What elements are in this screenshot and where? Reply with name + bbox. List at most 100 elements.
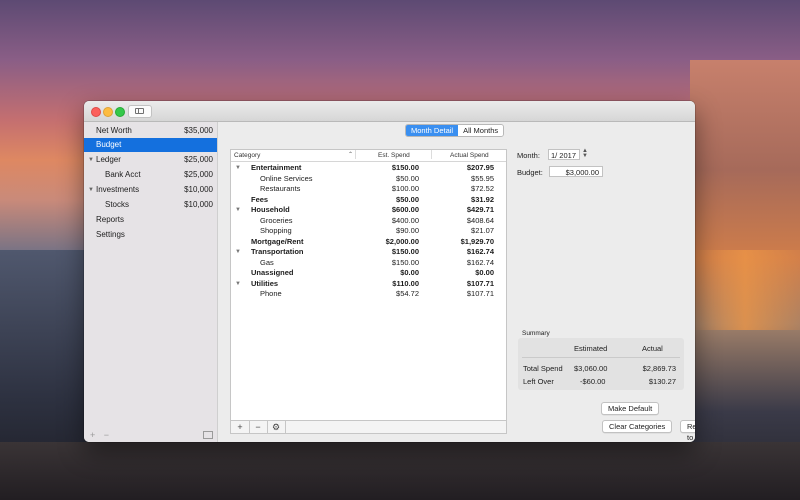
actual-spend-cell: $55.95 bbox=[471, 173, 494, 183]
sidebar-item-net-worth[interactable]: Net Worth $35,000 bbox=[84, 124, 217, 138]
est-spend-cell: $50.00 bbox=[396, 173, 419, 183]
est-spend-cell: $100.00 bbox=[391, 184, 419, 193]
sidebar-item-label: Budget bbox=[96, 140, 122, 149]
sidebar-item-amount: $25,000 bbox=[184, 170, 213, 179]
est-spend-cell: $600.00 bbox=[391, 205, 419, 214]
actual-spend-cell: $429.71 bbox=[466, 205, 494, 214]
table-row[interactable]: Fees $50.00 $31.92 bbox=[231, 195, 506, 206]
summary-row-left-over: Left Over -$60.00 $130.27 bbox=[518, 376, 684, 388]
tab-all-months[interactable]: All Months bbox=[458, 125, 504, 136]
sidebar-remove-button[interactable]: − bbox=[104, 430, 109, 440]
disclosure-triangle-icon[interactable]: ▼ bbox=[88, 183, 94, 197]
summary-actual-value: $130.27 bbox=[648, 377, 676, 386]
category-cell: Utilities bbox=[251, 278, 279, 288]
add-category-button[interactable]: + bbox=[231, 421, 250, 433]
sidebar-item-label: Stocks bbox=[105, 200, 130, 209]
main-content: Month Detail All Months Category ⌃ Est. … bbox=[218, 122, 695, 442]
est-spend-cell: $90.00 bbox=[396, 226, 419, 235]
sidebar-toggle-button[interactable] bbox=[128, 105, 152, 118]
minimize-window-button[interactable] bbox=[103, 107, 113, 117]
zoom-window-button[interactable] bbox=[115, 107, 125, 117]
table-row[interactable]: ▼ Household $600.00 $429.71 bbox=[231, 205, 506, 216]
sidebar-item-amount: $10,000 bbox=[184, 200, 213, 209]
column-divider bbox=[431, 150, 432, 159]
est-spend-cell: $150.00 bbox=[391, 247, 419, 256]
table-row[interactable]: ▼ Transportation $150.00 $162.74 bbox=[231, 247, 506, 258]
category-cell: Unassigned bbox=[251, 268, 294, 277]
summary-estimated-value: $3,060.00 bbox=[574, 364, 608, 373]
disclosure-triangle-icon[interactable]: ▼ bbox=[235, 279, 241, 290]
table-row[interactable]: Phone $54.72 $107.71 bbox=[231, 289, 506, 300]
tab-month-detail[interactable]: Month Detail bbox=[406, 125, 459, 136]
remove-category-button[interactable]: − bbox=[249, 421, 268, 433]
est-spend-cell: $150.00 bbox=[391, 163, 419, 172]
budget-field[interactable]: $3,000.00 bbox=[549, 166, 603, 177]
column-header-category[interactable]: Category bbox=[234, 150, 260, 161]
summary-title: Summary bbox=[522, 330, 550, 337]
est-spend-cell: $110.00 bbox=[392, 278, 419, 288]
gear-icon[interactable]: ⚙ bbox=[267, 421, 286, 433]
sidebar-item-amount: $10,000 bbox=[184, 185, 213, 194]
est-spend-cell: $150.00 bbox=[391, 257, 419, 267]
sidebar-item-budget[interactable]: Budget bbox=[84, 138, 217, 152]
table-row[interactable]: ▼ Utilities $110.00 $107.71 bbox=[231, 279, 506, 290]
actual-spend-cell: $21.07 bbox=[471, 226, 494, 235]
view-segmented-control: Month Detail All Months bbox=[405, 124, 505, 137]
est-spend-cell: $50.00 bbox=[396, 194, 419, 204]
category-cell: Restaurants bbox=[260, 184, 301, 193]
sidebar-item-bank-acct[interactable]: Bank Acct $25,000 bbox=[84, 168, 217, 182]
actual-spend-cell: $72.52 bbox=[471, 184, 494, 193]
table-header: Category ⌃ Est. Spend Actual Spend bbox=[231, 150, 506, 162]
summary-row-label: Left Over bbox=[523, 377, 554, 386]
category-cell: Fees bbox=[251, 194, 269, 204]
sidebar-item-stocks[interactable]: Stocks $10,000 bbox=[84, 198, 217, 212]
column-header-actual-spend[interactable]: Actual Spend bbox=[450, 150, 489, 161]
actual-spend-cell: $31.92 bbox=[471, 194, 494, 204]
table-row[interactable]: Online Services $50.00 $55.95 bbox=[231, 174, 506, 185]
actual-spend-cell: $1,929.70 bbox=[460, 236, 494, 246]
make-default-button[interactable]: Make Default bbox=[601, 402, 660, 415]
category-cell: Mortgage/Rent bbox=[251, 236, 304, 246]
clear-categories-button[interactable]: Clear Categories bbox=[602, 420, 673, 433]
category-table: Category ⌃ Est. Spend Actual Spend ▼ Ent… bbox=[230, 149, 507, 434]
table-row[interactable]: ▼ Entertainment $150.00 $207.95 bbox=[231, 163, 506, 174]
disclosure-triangle-icon[interactable]: ▼ bbox=[235, 247, 241, 258]
sort-ascending-icon[interactable]: ⌃ bbox=[348, 150, 353, 161]
table-row[interactable]: Unassigned $0.00 $0.00 bbox=[231, 268, 506, 279]
sidebar-item-ledger[interactable]: ▼ Ledger $25,000 bbox=[84, 153, 217, 167]
month-label: Month: bbox=[517, 151, 540, 160]
table-row[interactable]: Mortgage/Rent $2,000.00 $1,929.70 bbox=[231, 237, 506, 248]
table-row[interactable]: Groceries $400.00 $408.64 bbox=[231, 216, 506, 227]
sidebar-item-reports[interactable]: Reports bbox=[84, 213, 217, 227]
est-spend-cell: $400.00 bbox=[391, 215, 419, 225]
actual-spend-cell: $408.64 bbox=[466, 215, 494, 225]
sidebar-item-label: Reports bbox=[96, 215, 125, 224]
table-footer: + − ⚙ bbox=[231, 420, 506, 433]
close-window-button[interactable] bbox=[91, 107, 101, 117]
est-spend-cell: $54.72 bbox=[396, 289, 419, 298]
disclosure-triangle-icon[interactable]: ▼ bbox=[88, 153, 94, 167]
reset-defaults-button[interactable]: Reset to Defaults bbox=[680, 420, 695, 442]
column-header-est-spend[interactable]: Est. Spend bbox=[378, 150, 410, 161]
month-field[interactable]: 1/ 2017 bbox=[548, 149, 580, 160]
table-row[interactable]: Restaurants $100.00 $72.52 bbox=[231, 184, 506, 195]
disclosure-triangle-icon[interactable]: ▼ bbox=[235, 163, 241, 174]
sidebar-add-button[interactable]: + bbox=[90, 430, 95, 440]
category-cell: Online Services bbox=[260, 173, 313, 183]
month-stepper-icon[interactable]: ▲ ▼ bbox=[582, 148, 588, 159]
title-bar[interactable] bbox=[84, 101, 695, 122]
sidebar-layout-icon[interactable] bbox=[203, 431, 213, 439]
table-row[interactable]: Shopping $90.00 $21.07 bbox=[231, 226, 506, 237]
est-spend-cell: $2,000.00 bbox=[385, 236, 419, 246]
sidebar-item-investments[interactable]: ▼ Investments $10,000 bbox=[84, 183, 217, 197]
sidebar-item-label: Settings bbox=[96, 230, 125, 239]
category-cell: Household bbox=[251, 205, 290, 214]
table-row[interactable]: Gas $150.00 $162.74 bbox=[231, 258, 506, 269]
column-divider bbox=[355, 150, 356, 159]
actual-spend-cell: $0.00 bbox=[475, 268, 494, 277]
desktop-mountain-glow bbox=[690, 250, 800, 330]
sidebar-item-settings[interactable]: Settings bbox=[84, 228, 217, 242]
app-window: Net Worth $35,000 Budget ▼ Ledger $25,00… bbox=[84, 101, 695, 442]
disclosure-triangle-icon[interactable]: ▼ bbox=[235, 205, 241, 216]
sidebar-item-label: Ledger bbox=[96, 155, 121, 164]
